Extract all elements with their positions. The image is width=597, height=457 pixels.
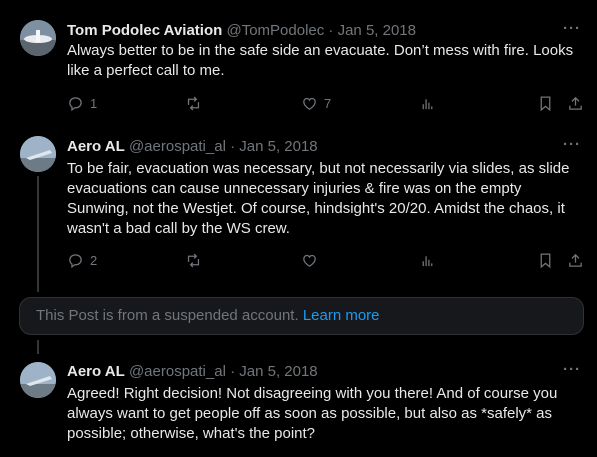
reply-icon — [69, 253, 82, 268]
repost-button[interactable] — [185, 93, 202, 113]
post-actions: 2 — [67, 250, 587, 270]
views-button[interactable] — [419, 93, 436, 113]
reply-button[interactable]: 2 — [67, 250, 97, 270]
thread-line — [37, 340, 39, 354]
bookmark-button[interactable] — [537, 250, 554, 270]
avatar[interactable] — [20, 136, 56, 172]
author-name[interactable]: Aero AL — [67, 138, 125, 155]
post-date[interactable]: Jan 5, 2018 — [239, 138, 317, 155]
views-icon — [422, 255, 433, 266]
avatar[interactable] — [20, 20, 56, 56]
repost-icon — [187, 96, 200, 110]
share-button[interactable] — [567, 250, 584, 270]
post-tom-podolec[interactable]: Tom Podolec Aviation @TomPodolec · Jan 5… — [0, 0, 597, 122]
thread-line — [37, 176, 39, 292]
like-count: 7 — [324, 95, 332, 111]
suspended-text: This Post is from a suspended account. — [36, 307, 299, 324]
bookmark-icon — [540, 95, 551, 111]
like-button[interactable]: 7 — [301, 93, 331, 113]
like-button[interactable] — [301, 250, 318, 270]
avatar[interactable] — [20, 362, 56, 398]
reply-count: 1 — [90, 95, 98, 111]
author-handle[interactable]: @aerospati_al — [129, 138, 226, 155]
learn-more-link[interactable]: Learn more — [303, 307, 380, 324]
post-aero-al-1[interactable]: Aero AL @aerospati_al · Jan 5, 2018 ··· … — [0, 122, 597, 294]
reply-count: 2 — [90, 252, 98, 268]
reply-icon — [69, 96, 82, 111]
post-text: Always better to be in the safe side an … — [67, 42, 574, 79]
post-aero-al-2[interactable]: Aero AL @aerospati_al · Jan 5, 2018 ··· … — [0, 340, 597, 457]
post-date[interactable]: Jan 5, 2018 — [338, 22, 416, 39]
repost-button[interactable] — [185, 250, 202, 270]
separator: · — [230, 138, 236, 155]
more-options-icon[interactable]: ··· — [563, 20, 581, 37]
separator: · — [328, 22, 334, 39]
share-icon — [569, 253, 582, 267]
bookmark-icon — [540, 252, 551, 268]
share-icon — [569, 96, 582, 110]
more-options-icon[interactable]: ··· — [563, 361, 581, 378]
views-button[interactable] — [419, 250, 436, 270]
bookmark-button[interactable] — [537, 93, 554, 113]
repost-icon — [187, 253, 200, 267]
more-options-icon[interactable]: ··· — [563, 136, 581, 153]
views-icon — [422, 98, 433, 109]
post-text: To be fair, evacuation was necessary, bu… — [67, 160, 570, 237]
author-name[interactable]: Tom Podolec Aviation — [67, 22, 222, 39]
post-date[interactable]: Jan 5, 2018 — [239, 363, 317, 380]
post-actions: 1 7 — [67, 93, 587, 113]
reply-button[interactable]: 1 — [67, 93, 97, 113]
suspended-account-notice: This Post is from a suspended account. L… — [19, 297, 584, 335]
post-text: Agreed! Right decision! Not disagreeing … — [67, 385, 558, 442]
separator: · — [230, 363, 236, 380]
author-name[interactable]: Aero AL — [67, 363, 125, 380]
share-button[interactable] — [567, 93, 584, 113]
author-handle[interactable]: @aerospati_al — [129, 363, 226, 380]
heart-icon — [303, 97, 316, 110]
heart-icon — [303, 254, 316, 267]
author-handle[interactable]: @TomPodolec — [226, 22, 324, 39]
